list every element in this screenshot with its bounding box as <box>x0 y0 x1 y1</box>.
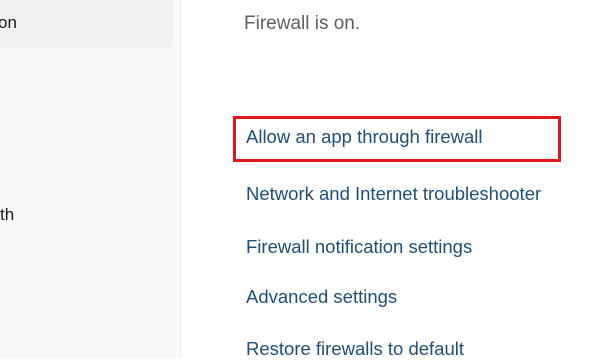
firewall-notification-settings-link[interactable]: Firewall notification settings <box>246 236 472 258</box>
allow-app-through-firewall-link[interactable]: Allow an app through firewall <box>246 126 483 148</box>
sidebar-divider <box>180 0 181 358</box>
sidebar-item-label: th <box>0 205 15 224</box>
sidebar-item-label: on <box>0 13 17 32</box>
restore-firewalls-default-link[interactable]: Restore firewalls to default <box>246 338 464 360</box>
network-troubleshooter-link[interactable]: Network and Internet troubleshooter <box>246 183 541 205</box>
sidebar: on th <box>0 0 180 358</box>
advanced-settings-link[interactable]: Advanced settings <box>246 286 397 308</box>
firewall-status-text: Firewall is on. <box>244 13 361 34</box>
sidebar-item-selected[interactable]: on <box>0 0 173 48</box>
